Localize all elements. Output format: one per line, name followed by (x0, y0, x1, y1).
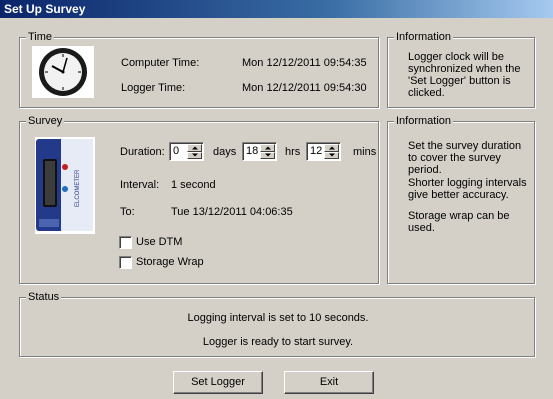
time-group: Time Computer Time: Mon 12/12/2011 09:54… (19, 30, 379, 108)
arrow-down-icon (191, 153, 198, 157)
logger-time-label: Logger Time: (121, 82, 186, 94)
survey-information-group: Information Set the survey duration to c… (387, 114, 535, 284)
logger-time-value: Mon 12/12/2011 09:54:30 (242, 82, 367, 94)
storage-wrap-checkbox[interactable] (119, 256, 132, 269)
survey-group-label: Survey (26, 114, 65, 128)
arrow-down-icon (328, 153, 335, 157)
storage-wrap-label[interactable]: Storage Wrap (136, 256, 204, 268)
time-information-label: Information (394, 30, 454, 44)
computer-time-label: Computer Time: (121, 57, 200, 69)
clock-icon (39, 48, 87, 96)
interval-label: Interval: (120, 179, 160, 191)
logger-device-icon: ELCOMETER (36, 139, 93, 231)
exit-button[interactable]: Exit (284, 371, 374, 394)
minutes-spinbox[interactable]: 12 (306, 142, 341, 161)
days-up-button[interactable] (187, 144, 202, 152)
duration-label: Duration: (120, 146, 165, 158)
status-line-2: Logger is ready to start survey. (202, 336, 354, 348)
arrow-up-icon (191, 146, 198, 150)
survey-group: Survey ELCOMETER Duration: 0 days 18 hrs… (19, 114, 379, 284)
minutes-down-button[interactable] (324, 151, 339, 159)
device-brand-text: ELCOMETER (75, 169, 81, 207)
hours-down-button[interactable] (260, 151, 275, 159)
computer-time-value: Mon 12/12/2011 09:54:35 (242, 57, 367, 69)
days-unit-label: days (213, 146, 237, 158)
arrow-up-icon (328, 146, 335, 150)
set-logger-button[interactable]: Set Logger (173, 371, 263, 394)
minutes-value[interactable]: 12 (307, 144, 324, 159)
set-up-survey-window: Set Up Survey Time Computer Time: Mon 12… (0, 0, 553, 399)
arrow-up-icon (264, 146, 271, 150)
logger-device-image: ELCOMETER (35, 137, 95, 234)
hours-up-button[interactable] (260, 144, 275, 152)
to-value: Tue 13/12/2011 04:06:35 (171, 206, 293, 218)
status-line-1: Logging interval is set to 10 seconds. (187, 312, 369, 324)
minutes-unit-label: mins (353, 146, 377, 158)
time-information-text: Logger clock will be synchronized when t… (408, 51, 521, 99)
hours-spinbox[interactable]: 18 (242, 142, 277, 161)
arrow-down-icon (264, 153, 271, 157)
survey-info-paragraph-3: Storage wrap can be used. (408, 210, 510, 234)
hours-value[interactable]: 18 (243, 144, 260, 159)
window-title: Set Up Survey (4, 2, 86, 16)
days-down-button[interactable] (187, 151, 202, 159)
survey-information-label: Information (394, 114, 454, 128)
days-value[interactable]: 0 (170, 144, 187, 159)
time-information-group: Information Logger clock will be synchro… (387, 30, 535, 108)
days-spinbox[interactable]: 0 (169, 142, 204, 161)
clock-image (32, 46, 94, 98)
status-group-label: Status (26, 290, 62, 304)
hours-unit-label: hrs (285, 146, 301, 158)
interval-value: 1 second (171, 179, 216, 191)
status-group: Status Logging interval is set to 10 sec… (19, 290, 535, 357)
time-group-label: Time (26, 30, 55, 44)
survey-info-paragraph-1: Set the survey duration to cover the sur… (408, 140, 522, 176)
use-dtm-checkbox[interactable] (119, 236, 132, 249)
use-dtm-label[interactable]: Use DTM (136, 236, 182, 248)
to-label: To: (120, 206, 135, 218)
window-title-bar: Set Up Survey (0, 0, 553, 18)
survey-info-paragraph-2: Shorter logging intervals give better ac… (408, 177, 527, 201)
minutes-up-button[interactable] (324, 144, 339, 152)
